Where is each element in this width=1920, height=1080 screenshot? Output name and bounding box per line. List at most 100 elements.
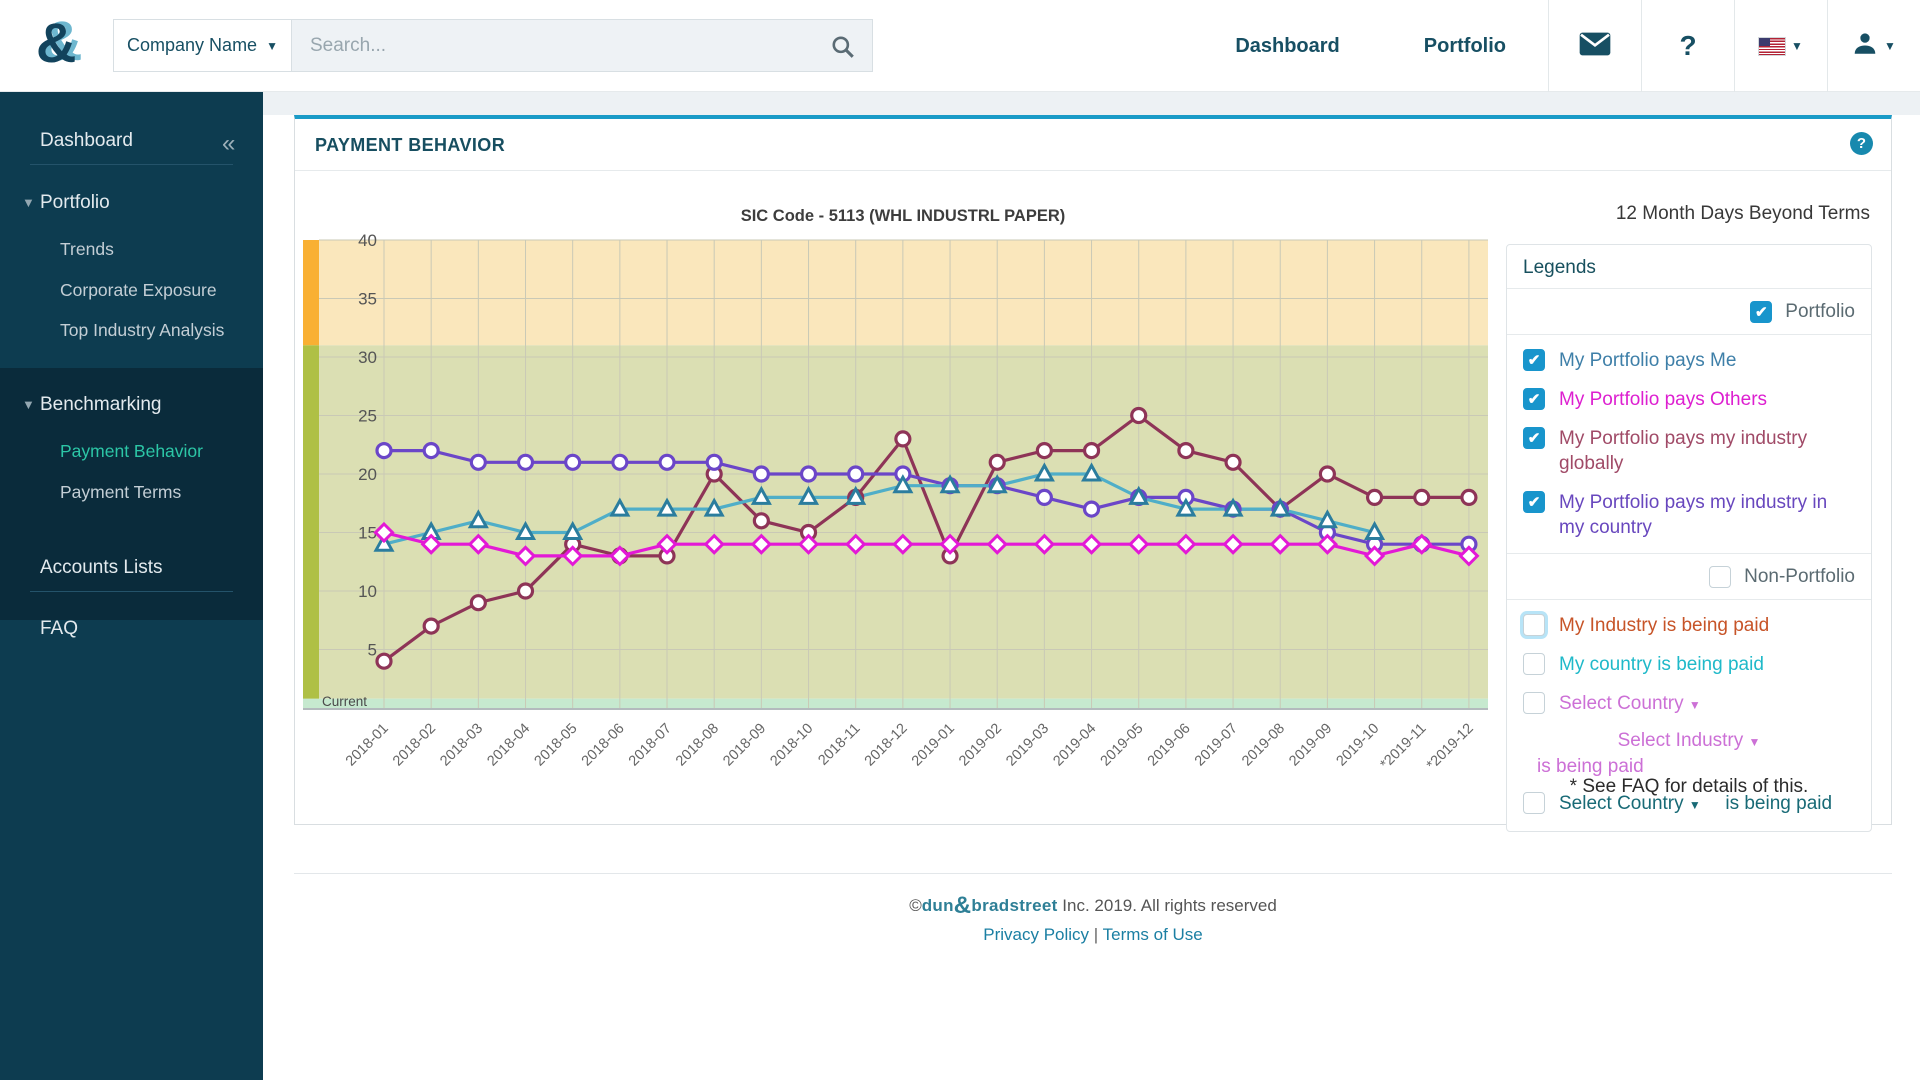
user-icon <box>1852 31 1878 62</box>
payment-behavior-card: PAYMENT BEHAVIOR ? SIC Code - 5113 (WHL … <box>294 115 1892 825</box>
payment-behavior-chart: 5101520253035402018-012018-022018-032018… <box>303 229 1503 809</box>
svg-text:2018-05: 2018-05 <box>532 721 581 770</box>
dnb-logo[interactable]: & & <box>28 8 88 84</box>
copyright-line: ©dun&bradstreet Inc. 2019. All rights re… <box>294 892 1892 920</box>
mid-dbt-zone <box>319 345 1488 698</box>
chevron-down-icon: ▼ <box>1884 39 1896 53</box>
checkbox[interactable] <box>1523 692 1545 714</box>
legend-row-my-country-paid: My country is being paid <box>1507 645 1871 684</box>
search-input[interactable]: Search... <box>292 20 872 71</box>
svg-text:2018-06: 2018-06 <box>579 721 628 770</box>
svg-text:5: 5 <box>368 641 377 660</box>
caret-down-icon: ▼ <box>22 195 35 210</box>
portfolio-toggle-row: Portfolio <box>1507 289 1871 335</box>
messages-button[interactable] <box>1548 0 1641 92</box>
svg-text:2018-03: 2018-03 <box>437 721 486 770</box>
legend-label: My country is being paid <box>1559 652 1764 677</box>
chart-title: SIC Code - 5113 (WHL INDUSTRL PAPER) <box>303 207 1503 226</box>
caret-down-icon: ▼ <box>1689 698 1701 712</box>
select-industry-label: Select Industry <box>1618 730 1744 751</box>
search-type-dropdown[interactable]: Company Name ▼ <box>114 20 292 71</box>
svg-text:10: 10 <box>358 582 377 601</box>
checkbox[interactable] <box>1523 653 1545 675</box>
faq-footnote: * See FAQ for details of this. <box>1506 776 1872 798</box>
sidebar-item-label: Benchmarking <box>40 394 161 416</box>
svg-text:2019-01: 2019-01 <box>909 721 958 770</box>
dnb-ampersand-icon: & <box>36 10 76 75</box>
svg-text:40: 40 <box>358 231 377 250</box>
current-zone <box>303 699 1488 708</box>
content-top-strip <box>263 92 1920 115</box>
divider <box>294 873 1892 874</box>
legend-label: My Portfolio pays Me <box>1559 348 1736 373</box>
svg-text:2018-11: 2018-11 <box>815 721 863 769</box>
main-content: PAYMENT BEHAVIOR ? SIC Code - 5113 (WHL … <box>263 92 1920 1080</box>
svg-text:2019-09: 2019-09 <box>1286 721 1335 770</box>
legend-label: My Industry is being paid <box>1559 613 1769 638</box>
sidebar: Dashboard « ▼ Portfolio Trends Corporate… <box>0 92 263 1080</box>
copyright-text: Inc. 2019. All rights reserved <box>1062 896 1277 915</box>
search-type-label: Company Name <box>127 35 257 56</box>
nav-link-dashboard[interactable]: Dashboard <box>1193 0 1381 92</box>
sidebar-item-label: Payment Terms <box>60 482 181 503</box>
search-icon[interactable] <box>830 34 856 65</box>
terms-of-use-link[interactable]: Terms of Use <box>1103 925 1203 944</box>
sidebar-item-label: Accounts Lists <box>40 557 163 579</box>
axis-color-strip <box>303 345 319 698</box>
legends-panel: Legends Portfolio My Portfolio pays Me M… <box>1506 244 1872 832</box>
select-country-label: Select Country <box>1559 693 1684 714</box>
footer-links: Privacy Policy | Terms of Use <box>294 925 1892 945</box>
search-placeholder: Search... <box>310 35 386 57</box>
svg-text:2019-10: 2019-10 <box>1333 721 1382 770</box>
checkbox[interactable] <box>1523 349 1545 371</box>
svg-text:35: 35 <box>358 290 377 309</box>
checkbox[interactable] <box>1523 491 1545 513</box>
days-beyond-terms-label: 12 Month Days Beyond Terms <box>1616 203 1870 225</box>
portfolio-toggle-label: Portfolio <box>1785 301 1855 323</box>
svg-text:2018-01: 2018-01 <box>343 721 392 770</box>
svg-text:2019-07: 2019-07 <box>1192 721 1241 770</box>
portfolio-checkbox[interactable] <box>1750 301 1772 323</box>
help-circle-icon[interactable]: ? <box>1850 132 1873 155</box>
svg-text:2018-12: 2018-12 <box>862 721 911 770</box>
nav-link-portfolio[interactable]: Portfolio <box>1382 0 1548 92</box>
divider <box>295 170 1891 171</box>
checkbox[interactable] <box>1523 614 1545 636</box>
legend-row-industry-globally: My Portfolio pays my industry globally <box>1507 419 1871 483</box>
svg-text:2019-04: 2019-04 <box>1050 721 1099 770</box>
non-portfolio-checkbox[interactable] <box>1709 566 1731 588</box>
svg-text:*2019-12: *2019-12 <box>1424 721 1477 774</box>
user-menu[interactable]: ▼ <box>1827 0 1920 92</box>
card-header: PAYMENT BEHAVIOR ? <box>295 119 1891 170</box>
axis-color-strip <box>303 240 319 345</box>
legend-label: My Portfolio pays Others <box>1559 387 1767 412</box>
sidebar-item-label: Top Industry Analysis <box>60 320 224 341</box>
separator: | <box>1094 925 1098 944</box>
portfolio-legend-group: My Portfolio pays Me My Portfolio pays O… <box>1507 335 1871 554</box>
legend-label: My Portfolio pays my industry globally <box>1559 426 1855 476</box>
help-button[interactable]: ? <box>1641 0 1734 92</box>
sidebar-item-label-active: Payment Behavior <box>60 441 203 462</box>
sidebar-item-label: FAQ <box>40 618 78 640</box>
checkbox[interactable] <box>1523 427 1545 449</box>
language-selector[interactable]: ▼ <box>1734 0 1827 92</box>
svg-text:25: 25 <box>358 407 377 426</box>
sidebar-item-label: Corporate Exposure <box>60 280 217 301</box>
privacy-policy-link[interactable]: Privacy Policy <box>983 925 1089 944</box>
svg-text:2018-04: 2018-04 <box>484 721 533 770</box>
chevron-down-icon: ▼ <box>266 39 278 53</box>
high-dbt-zone <box>319 240 1488 345</box>
legend-row-my-industry-paid: My Industry is being paid <box>1507 606 1871 645</box>
select-country-dropdown[interactable]: Select Country ▼ <box>1559 691 1701 718</box>
svg-text:2018-07: 2018-07 <box>626 721 675 770</box>
svg-text:Current: Current <box>322 694 367 709</box>
select-industry-dropdown[interactable]: Select Industry ▼ <box>1507 725 1871 752</box>
navbar-right: Dashboard Portfolio ? ▼ ▼ <box>1193 0 1920 92</box>
checkbox[interactable] <box>1523 388 1545 410</box>
legend-row-select-country-industry: Select Country ▼ <box>1507 684 1871 725</box>
legend-row-pays-me: My Portfolio pays Me <box>1507 341 1871 380</box>
collapse-sidebar-icon[interactable]: « <box>222 130 235 158</box>
mail-icon <box>1579 32 1611 61</box>
page-title: PAYMENT BEHAVIOR <box>315 135 505 156</box>
svg-text:30: 30 <box>358 348 377 367</box>
